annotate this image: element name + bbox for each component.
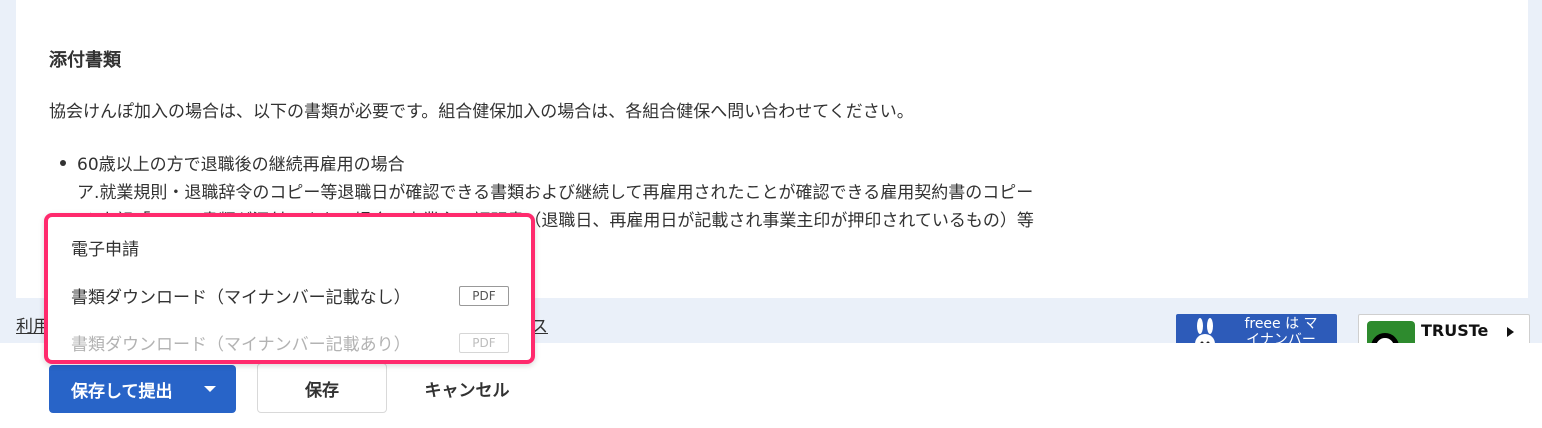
menu-item-electronic-application[interactable]: 電子申請 [71, 235, 139, 260]
bullet-line-2: ア.就業規則・退職辞令のコピー等退職日が確認できる書類および継続して再雇用された… [77, 183, 1034, 203]
section-intro: 協会けんぽ加入の場合は、以下の書類が必要です。組合健保加入の場合は、各組合健保へ… [49, 102, 914, 122]
pdf-badge: PDF [459, 286, 509, 306]
cancel-button[interactable]: キャンセル [404, 363, 530, 413]
save-and-submit-label: 保存して提出 [71, 381, 173, 402]
bullet-line-1: 60歳以上の方で退職後の継続再雇用の場合 [77, 155, 405, 175]
menu-item-download-without-mynumber[interactable]: 書類ダウンロード（マイナンバー記載なし） [71, 283, 411, 308]
bullet-dot [60, 160, 66, 166]
play-arrow-icon [1507, 327, 1514, 337]
menu-item-download-with-mynumber: 書類ダウンロード（マイナンバー記載あり） [71, 335, 411, 355]
save-button[interactable]: 保存 [257, 363, 387, 413]
chevron-down-icon [204, 386, 216, 392]
pdf-badge-disabled: PDF [459, 333, 509, 353]
save-and-submit-button[interactable]: 保存して提出 [49, 365, 236, 413]
submit-dropdown-menu: 電子申請 書類ダウンロード（マイナンバー記載なし） PDF 書類ダウンロード（マ… [44, 213, 535, 364]
truste-badge-text: TRUSTe [1421, 321, 1489, 340]
section-title: 添付書類 [49, 50, 121, 71]
